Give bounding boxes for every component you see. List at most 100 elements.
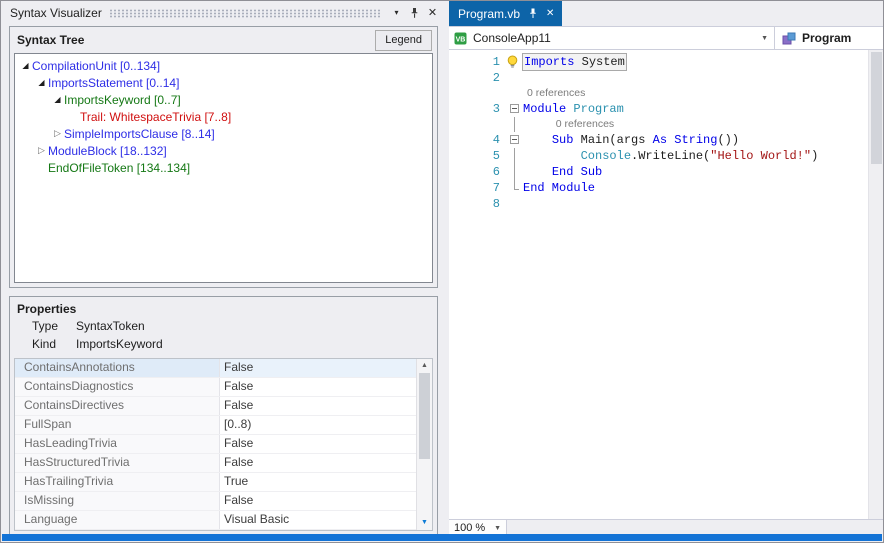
code-token: ) bbox=[811, 149, 818, 163]
project-dropdown[interactable]: VB ConsoleApp11 ▼ bbox=[449, 27, 775, 49]
code-editor[interactable]: 1Imports System20 references3Module Prog… bbox=[449, 50, 884, 519]
code-line: 1Imports System bbox=[449, 54, 884, 70]
project-icon: VB bbox=[454, 32, 467, 45]
code-token: String bbox=[674, 133, 717, 147]
line-number: 4 bbox=[449, 132, 506, 148]
tree-node-label: CompilationUnit [0..134] bbox=[32, 59, 160, 73]
property-row[interactable]: FullSpan[0..8) bbox=[15, 416, 416, 435]
properties-scrollbar[interactable]: ▲ ▼ bbox=[416, 359, 432, 530]
property-name: ContainsDiagnostics bbox=[15, 378, 220, 396]
property-value: False bbox=[220, 492, 253, 510]
tree-node-node[interactable]: ◢ImportsStatement [0..14] bbox=[15, 74, 432, 91]
code-token: Console bbox=[581, 149, 631, 163]
status-bar bbox=[2, 534, 882, 541]
tree-node-label: Trail: WhitespaceTrivia [7..8] bbox=[80, 110, 231, 124]
tree-collapse-icon[interactable]: ◢ bbox=[51, 95, 64, 104]
outlining-margin[interactable] bbox=[506, 132, 523, 148]
property-row[interactable]: ContainsDirectivesFalse bbox=[15, 397, 416, 416]
code-token: Program bbox=[573, 102, 623, 116]
code-line: 5 Console.WriteLine("Hello World!") bbox=[449, 148, 884, 164]
property-grid-rows: ContainsAnnotationsFalseContainsDiagnost… bbox=[15, 359, 416, 530]
property-row[interactable]: HasLeadingTriviaFalse bbox=[15, 435, 416, 454]
tree-collapse-icon[interactable]: ◢ bbox=[35, 78, 48, 87]
code-line: 2 bbox=[449, 70, 884, 86]
tree-node-label: ImportsStatement [0..14] bbox=[48, 76, 179, 90]
property-value: False bbox=[220, 397, 253, 415]
scroll-down-icon[interactable]: ▼ bbox=[417, 517, 432, 529]
property-row[interactable]: ContainsDiagnosticsFalse bbox=[15, 378, 416, 397]
codelens-references[interactable]: 0 references bbox=[523, 86, 585, 101]
collapse-region-icon[interactable] bbox=[510, 104, 519, 113]
collapse-region-icon[interactable] bbox=[510, 135, 519, 144]
zoom-dropdown-icon[interactable]: ▼ bbox=[494, 525, 501, 532]
property-value: [0..8) bbox=[220, 416, 251, 434]
tree-node-trivia[interactable]: Trail: WhitespaceTrivia [7..8] bbox=[15, 108, 432, 125]
tab-program-vb[interactable]: Program.vb ✕ bbox=[449, 1, 562, 26]
property-type-label: Type bbox=[32, 319, 76, 333]
tab-close-icon[interactable]: ✕ bbox=[546, 8, 554, 19]
tool-window-titlebar[interactable]: Syntax Visualizer ▾ ✕ bbox=[2, 2, 445, 21]
codelens-row: 0 references bbox=[449, 117, 884, 132]
code-token: System bbox=[574, 55, 624, 69]
tree-expand-icon[interactable]: ▷ bbox=[35, 145, 48, 156]
syntax-tree[interactable]: ◢CompilationUnit [0..134]◢ImportsStateme… bbox=[14, 53, 433, 283]
code-token: ()) bbox=[717, 133, 739, 147]
tree-expand-icon[interactable]: ▷ bbox=[51, 128, 64, 139]
outlining-margin bbox=[506, 164, 523, 180]
property-name: HasTrailingTrivia bbox=[15, 473, 220, 491]
syntax-tree-header: Syntax Tree Legend bbox=[10, 27, 437, 53]
tree-node-token[interactable]: ◢ImportsKeyword [0..7] bbox=[15, 91, 432, 108]
property-type-value: SyntaxToken bbox=[76, 319, 145, 333]
lightbulb-icon[interactable] bbox=[506, 55, 519, 69]
code-token bbox=[523, 133, 552, 147]
properties-group: Properties Type SyntaxToken Kind Imports… bbox=[9, 296, 438, 536]
window-menu-icon[interactable]: ▾ bbox=[388, 4, 405, 21]
tree-node-node[interactable]: ▷ModuleBlock [18..132] bbox=[15, 142, 432, 159]
property-row[interactable]: LanguageVisual Basic bbox=[15, 511, 416, 530]
zoom-level: 100 % bbox=[454, 522, 485, 534]
outlining-margin bbox=[506, 117, 523, 132]
close-icon[interactable]: ✕ bbox=[424, 4, 441, 21]
line-number: 7 bbox=[449, 180, 506, 196]
property-row[interactable]: HasStructuredTriviaFalse bbox=[15, 454, 416, 473]
codelens-references[interactable]: 0 references bbox=[523, 117, 614, 132]
code-text: End Sub bbox=[523, 164, 602, 180]
chevron-down-icon[interactable]: ▼ bbox=[761, 35, 768, 42]
code-line: 6 End Sub bbox=[449, 164, 884, 180]
tab-pin-icon[interactable] bbox=[528, 8, 538, 19]
module-icon bbox=[782, 32, 796, 45]
tree-node-token[interactable]: EndOfFileToken [134..134] bbox=[15, 159, 432, 176]
property-row[interactable]: ContainsAnnotationsFalse bbox=[15, 359, 416, 378]
svg-text:VB: VB bbox=[456, 36, 466, 43]
property-value: False bbox=[220, 454, 253, 472]
property-grid: ContainsAnnotationsFalseContainsDiagnost… bbox=[14, 358, 433, 531]
editor-scrollbar-thumb[interactable] bbox=[871, 52, 882, 164]
outline-region-end-tick bbox=[514, 189, 519, 190]
code-token: Module bbox=[523, 102, 566, 116]
scrollbar-thumb[interactable] bbox=[419, 373, 430, 459]
line-number: 5 bbox=[449, 148, 506, 164]
legend-button[interactable]: Legend bbox=[375, 30, 432, 51]
tree-collapse-icon[interactable]: ◢ bbox=[19, 61, 32, 70]
tree-node-label: SimpleImportsClause [8..14] bbox=[64, 127, 215, 141]
pin-icon[interactable] bbox=[406, 4, 423, 21]
document-tabbar: Program.vb ✕ bbox=[449, 1, 884, 26]
project-dropdown-label: ConsoleApp11 bbox=[473, 31, 761, 45]
property-row[interactable]: IsMissingFalse bbox=[15, 492, 416, 511]
property-value: True bbox=[220, 473, 248, 491]
member-dropdown[interactable]: Program bbox=[775, 27, 884, 49]
syntax-tree-title: Syntax Tree bbox=[17, 33, 84, 47]
property-row[interactable]: HasTrailingTriviaTrue bbox=[15, 473, 416, 492]
tree-node-node[interactable]: ▷SimpleImportsClause [8..14] bbox=[15, 125, 432, 142]
code-token: End Sub bbox=[552, 165, 602, 179]
code-token: As bbox=[653, 133, 667, 147]
scroll-up-icon[interactable]: ▲ bbox=[417, 360, 432, 372]
editor-scrollbar[interactable] bbox=[868, 50, 884, 519]
vs-window: Syntax Visualizer ▾ ✕ Syntax Tree Legend… bbox=[0, 0, 884, 543]
property-name: Language bbox=[15, 511, 220, 529]
syntax-visualizer-tool-window: Syntax Visualizer ▾ ✕ Syntax Tree Legend… bbox=[2, 2, 445, 532]
code-text: End Module bbox=[523, 180, 595, 196]
line-number bbox=[449, 86, 506, 101]
outlining-margin[interactable] bbox=[506, 101, 523, 117]
tree-node-node[interactable]: ◢CompilationUnit [0..134] bbox=[15, 57, 432, 74]
